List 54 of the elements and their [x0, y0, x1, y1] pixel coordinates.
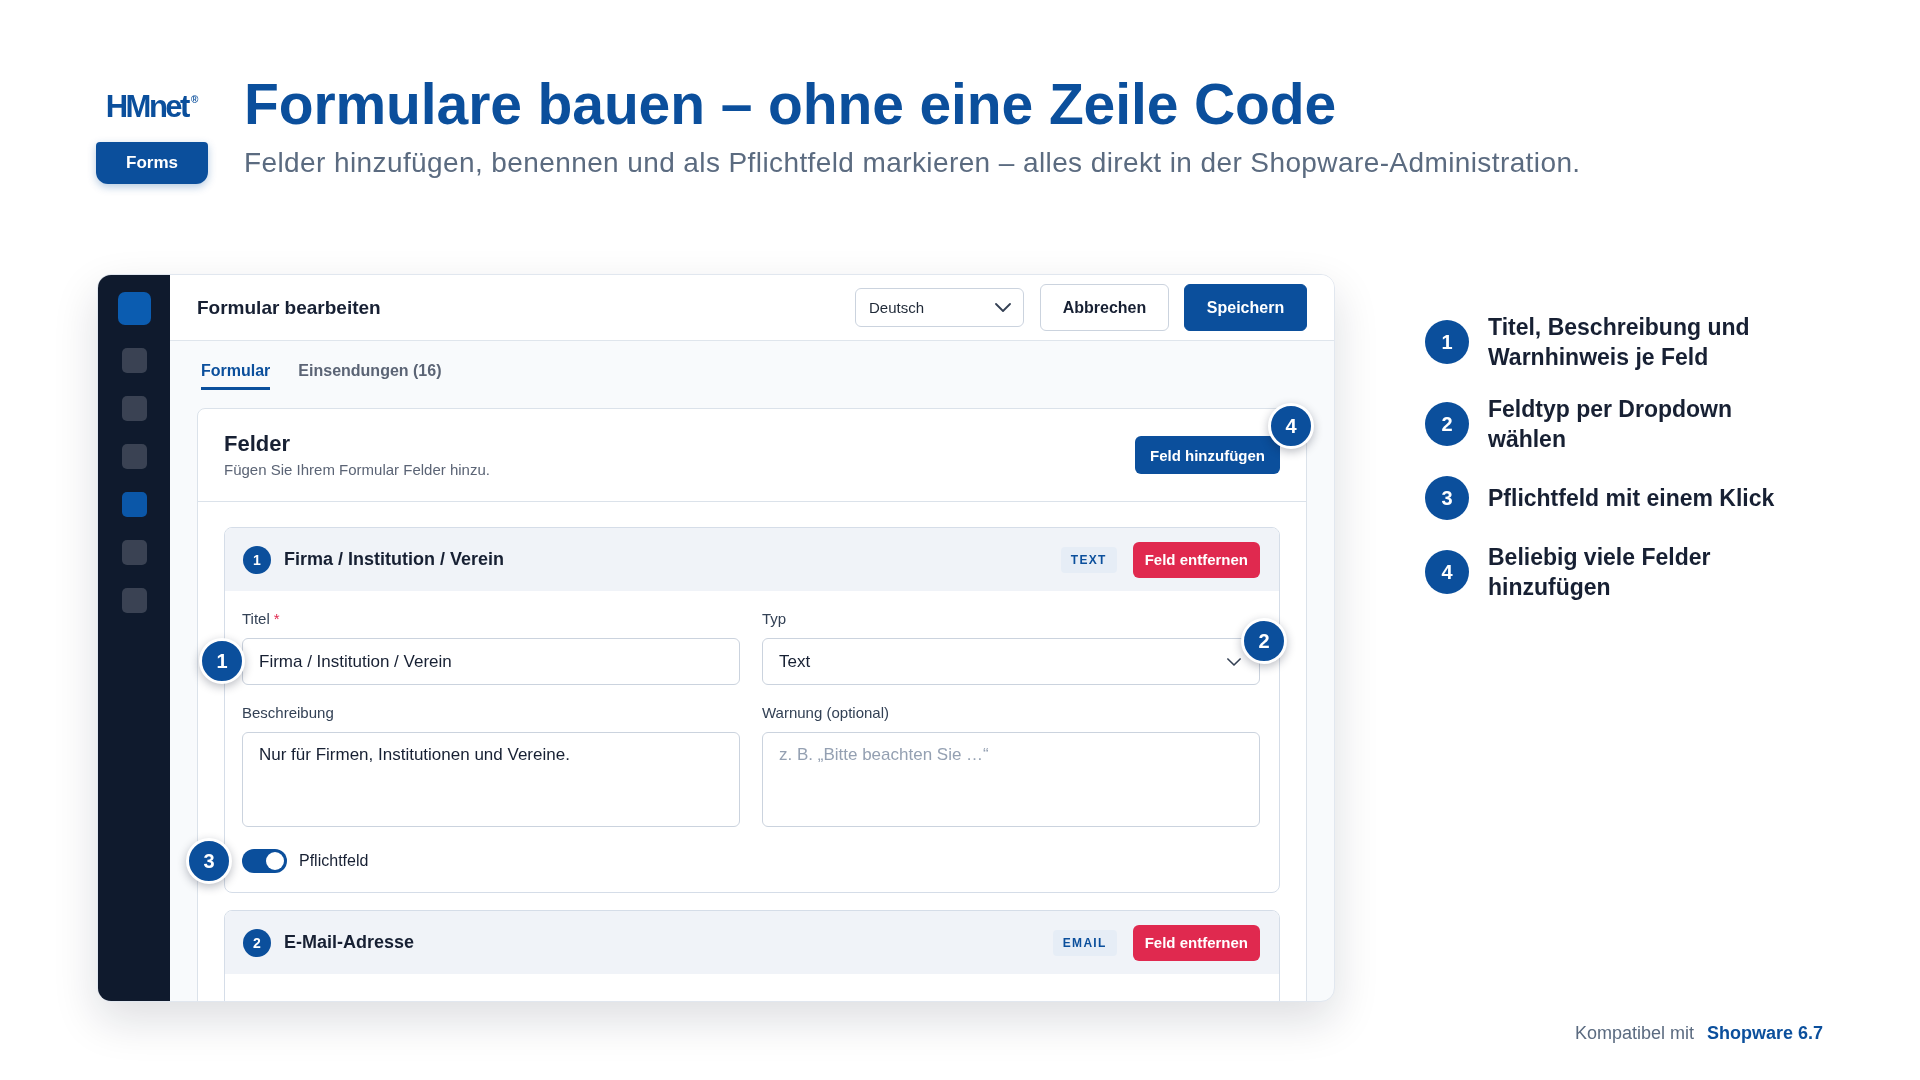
field-label: Typ	[762, 609, 788, 629]
callout-badge: 2	[1241, 618, 1287, 664]
nav-item-icon[interactable]	[121, 588, 147, 613]
toggle-switch[interactable]	[242, 849, 287, 873]
title-input[interactable]: Firma / Institution / Verein	[242, 638, 740, 685]
secondary-button[interactable]: Abbrechen	[1040, 284, 1169, 331]
product-version: Shopware 6.7	[1706, 1022, 1823, 1044]
app-logo-icon[interactable]	[117, 292, 151, 325]
primary-button[interactable]: Speichern	[1184, 284, 1307, 331]
toggle-label: Pflichtfeld	[299, 852, 369, 870]
field-number: 2	[243, 928, 271, 957]
window-title: Formular bearbeiten	[197, 296, 381, 319]
panel-title: Felder	[224, 431, 292, 457]
field-label: Beschreibung	[242, 703, 335, 723]
field-label: Titel *	[242, 609, 281, 629]
feature-text: Titel, Beschreibung und Warnhinweis je Feld	[1488, 313, 1751, 372]
warning-textarea[interactable]: z. B. „Bitte beachten Sie …“	[762, 732, 1260, 827]
chevron-down-icon	[1227, 657, 1241, 666]
nav-item-icon[interactable]	[121, 492, 147, 517]
nav-item-icon[interactable]	[121, 348, 147, 373]
step-number: 1	[1425, 320, 1469, 364]
step-number: 2	[1425, 402, 1469, 446]
type-select[interactable]: Text	[762, 638, 1260, 685]
add-field-button[interactable]: Feld hinzufügen	[1135, 436, 1280, 474]
language-select[interactable]: Deutsch	[855, 288, 1024, 327]
step-number: 4	[1425, 550, 1469, 594]
chevron-down-icon	[995, 303, 1011, 312]
field-label: Warnung (optional)	[762, 703, 890, 723]
remove-field-button[interactable]: Feld entfernen	[1132, 541, 1260, 578]
product-badge: Forms	[96, 142, 208, 184]
callout-badge: 4	[1268, 403, 1314, 449]
field-type-tag: EMAIL	[1052, 929, 1117, 956]
nav-item-icon[interactable]	[121, 396, 147, 421]
field-name: Firma / Institution / Verein	[284, 549, 505, 570]
tab[interactable]: Formular	[201, 353, 271, 390]
field-type-tag: TEXT	[1060, 546, 1117, 573]
compat-label: Kompatibel mit	[1574, 1022, 1694, 1044]
field-name: E-Mail-Adresse	[284, 932, 415, 953]
description-textarea[interactable]: Nur für Firmen, Institutionen und Vereine.	[242, 732, 740, 827]
nav-item-icon[interactable]	[121, 540, 147, 565]
nav-item-icon[interactable]	[121, 444, 147, 469]
tab[interactable]: Einsendungen (16)	[298, 353, 442, 390]
logo-wordmark: HMnet$^{®}$	[105, 90, 199, 124]
feature-text: Feldtyp per Dropdown wählen	[1488, 395, 1734, 454]
page-title: Formulare bauen – ohne eine Zeile Code	[244, 72, 1338, 136]
remove-field-button[interactable]: Feld entfernen	[1132, 924, 1260, 961]
callout-badge: 1	[199, 638, 245, 684]
feature-text: Beliebig viele Felder hinzufügen	[1488, 543, 1712, 602]
page-subtitle: Felder hinzufügen, benennen und als Pflichtfeld markieren – alles direkt in der Shopware-Administration.	[244, 146, 1581, 180]
step-number: 3	[1425, 476, 1469, 520]
field-number: 1	[243, 545, 271, 574]
feature-text: Pflichtfeld mit einem Klick	[1488, 484, 1776, 513]
panel-description: Fügen Sie Ihrem Formular Felder hinzu.	[224, 461, 490, 479]
callout-badge: 3	[186, 838, 232, 884]
